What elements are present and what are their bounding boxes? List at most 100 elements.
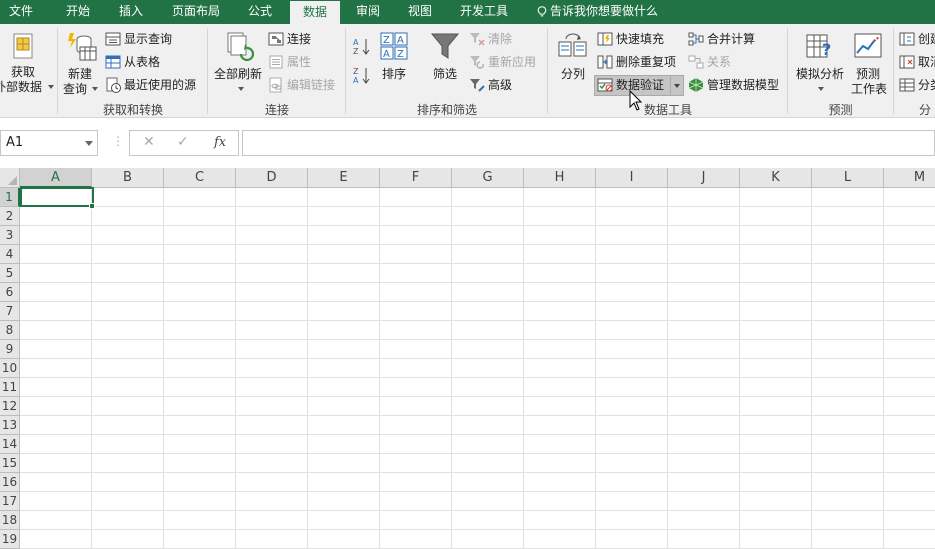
- tab-file[interactable]: 文件: [9, 0, 33, 24]
- tab-page-layout[interactable]: 页面布局: [172, 0, 220, 24]
- group-outline-button[interactable]: 创建: [899, 29, 935, 49]
- advanced-filter-button[interactable]: 高级: [469, 75, 512, 95]
- column-header[interactable]: E: [308, 168, 380, 188]
- flash-fill-label: 快速填充: [616, 32, 665, 46]
- show-queries-icon: [105, 32, 121, 45]
- tab-developer[interactable]: 开发工具: [460, 0, 508, 24]
- sort-ascending-button[interactable]: A Z: [352, 36, 372, 56]
- properties-button[interactable]: 属性: [268, 52, 311, 72]
- column-header[interactable]: G: [452, 168, 524, 188]
- enter-icon[interactable]: ✓: [177, 134, 189, 150]
- column-header[interactable]: L: [812, 168, 884, 188]
- gridline: [20, 301, 935, 302]
- row-header[interactable]: 6: [0, 283, 20, 302]
- recent-sources-button[interactable]: 最近使用的源: [105, 75, 196, 95]
- consolidate-button[interactable]: 合并计算: [688, 29, 755, 49]
- row-header[interactable]: 1: [0, 188, 20, 207]
- column-header[interactable]: C: [164, 168, 236, 188]
- filter-button[interactable]: 筛选: [428, 24, 462, 98]
- connections-button[interactable]: 连接: [268, 29, 311, 49]
- row-header[interactable]: 14: [0, 435, 20, 454]
- active-cell-a1[interactable]: [20, 187, 94, 207]
- column-header[interactable]: K: [740, 168, 812, 188]
- row-header[interactable]: 19: [0, 530, 20, 549]
- column-header[interactable]: B: [92, 168, 164, 188]
- row-header[interactable]: 12: [0, 397, 20, 416]
- row-header[interactable]: 17: [0, 492, 20, 511]
- flash-fill-button[interactable]: 快速填充: [597, 29, 664, 49]
- row-header[interactable]: 16: [0, 473, 20, 492]
- tab-home[interactable]: 开始: [66, 0, 90, 24]
- tab-insert[interactable]: 插入: [119, 0, 143, 24]
- refresh-all-button[interactable]: 全部刷新: [211, 24, 266, 98]
- row-header[interactable]: 15: [0, 454, 20, 473]
- get-external-label-1: 获取: [11, 65, 36, 79]
- row-header[interactable]: 2: [0, 207, 20, 226]
- column-header[interactable]: M: [884, 168, 935, 188]
- row-header[interactable]: 8: [0, 321, 20, 340]
- column-header[interactable]: I: [596, 168, 668, 188]
- column-header[interactable]: F: [380, 168, 452, 188]
- row-header[interactable]: 18: [0, 511, 20, 530]
- name-box[interactable]: A1: [0, 130, 98, 156]
- gridline: [451, 188, 452, 549]
- column-header[interactable]: A: [20, 168, 92, 188]
- remove-duplicates-button[interactable]: 删除重复项: [597, 52, 676, 72]
- row-header[interactable]: 4: [0, 245, 20, 264]
- formula-input[interactable]: [242, 130, 935, 156]
- edit-links-button[interactable]: 编辑链接: [268, 75, 335, 95]
- from-table-button[interactable]: 从表格: [105, 52, 160, 72]
- subtotal-button[interactable]: 分类: [899, 75, 935, 95]
- column-header[interactable]: D: [236, 168, 308, 188]
- svg-text:A: A: [353, 38, 359, 47]
- cancel-icon[interactable]: ✕: [143, 134, 155, 150]
- row-header[interactable]: 9: [0, 340, 20, 359]
- worksheet-grid[interactable]: ABCDEFGHIJKLM 1 2 3 4 5 6 7 8 9 10 11 12 13 14 15 16 17 1…: [0, 168, 935, 549]
- reapply-button[interactable]: 重新应用: [469, 52, 536, 72]
- column-header[interactable]: J: [668, 168, 740, 188]
- row-header[interactable]: 11: [0, 378, 20, 397]
- row-header[interactable]: 10: [0, 359, 20, 378]
- tab-view[interactable]: 视图: [408, 0, 432, 24]
- relationships-button[interactable]: 关系: [688, 52, 731, 72]
- tab-data[interactable]: 数据: [290, 1, 340, 25]
- manage-data-model-button[interactable]: 管理数据模型: [688, 75, 779, 95]
- properties-icon: [269, 55, 283, 68]
- tab-review[interactable]: 审阅: [356, 0, 380, 24]
- svg-text:A: A: [353, 76, 359, 85]
- row-header[interactable]: 5: [0, 264, 20, 283]
- filter-label: 筛选: [433, 67, 458, 81]
- data-validation-dropdown[interactable]: [670, 76, 683, 95]
- fill-handle[interactable]: [89, 203, 95, 209]
- new-query-button[interactable]: 新建 查询: [60, 24, 102, 98]
- forecast-sheet-button[interactable]: 预测 工作表: [848, 24, 890, 98]
- get-external-data-button[interactable]: 获取 外部数据: [0, 24, 58, 98]
- manage-data-model-label: 管理数据模型: [707, 78, 780, 92]
- tab-formulas[interactable]: 公式: [248, 0, 272, 24]
- ungroup-outline-button[interactable]: 取消: [899, 52, 935, 72]
- show-queries-button[interactable]: 显示查询: [105, 29, 172, 49]
- sort-descending-button[interactable]: Z A: [352, 65, 372, 85]
- select-all-button[interactable]: [0, 168, 20, 188]
- gridline: [20, 358, 935, 359]
- chevron-down-icon: [92, 87, 98, 91]
- text-to-columns-button[interactable]: 分列: [555, 24, 591, 98]
- row-header[interactable]: 13: [0, 416, 20, 435]
- sort-button[interactable]: Z A A Z 排序: [377, 24, 411, 98]
- chevron-down-icon: [818, 87, 824, 91]
- edit-links-icon: [269, 77, 282, 92]
- insert-function-icon[interactable]: fx: [214, 135, 226, 150]
- column-header[interactable]: H: [524, 168, 596, 188]
- refresh-all-icon: [227, 32, 255, 62]
- sort-label: 排序: [382, 67, 407, 81]
- group-label-connections: 连接: [264, 103, 289, 117]
- formula-bar-resize-handle[interactable]: ⋮: [112, 134, 124, 148]
- row-header[interactable]: 7: [0, 302, 20, 321]
- row-header[interactable]: 3: [0, 226, 20, 245]
- clear-filter-button[interactable]: 清除: [469, 29, 512, 49]
- what-if-analysis-button[interactable]: ? 模拟分析: [792, 24, 848, 98]
- gridline: [20, 206, 935, 207]
- tell-me-search[interactable]: 告诉我你想要做什么: [537, 0, 658, 24]
- subtotal-icon: [899, 78, 915, 91]
- chevron-down-icon[interactable]: [85, 141, 93, 146]
